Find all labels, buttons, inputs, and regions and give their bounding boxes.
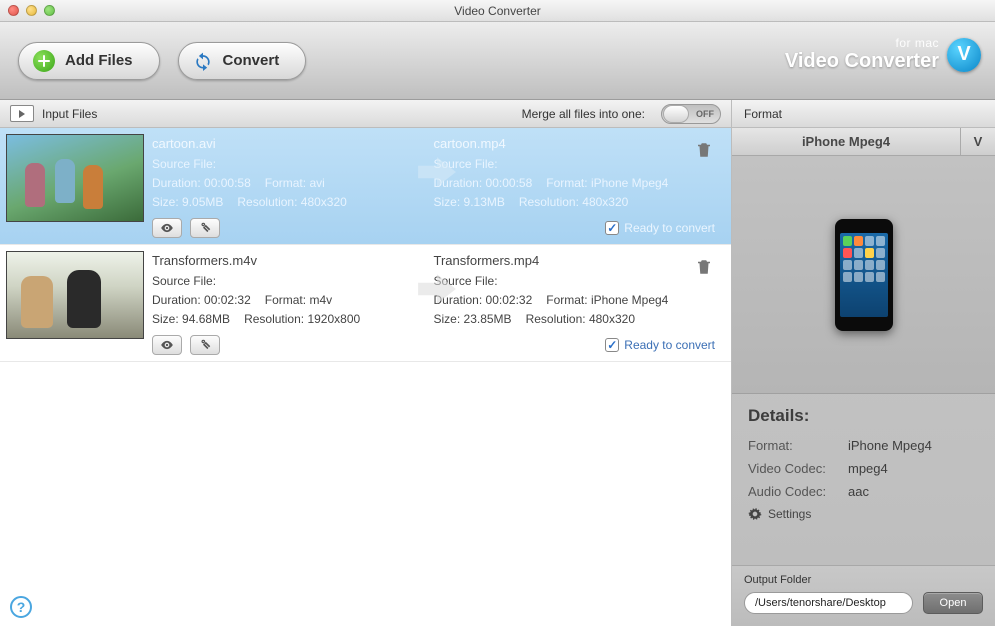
file-list: cartoon.avi Source File: Duration: 00:00…: [0, 128, 731, 626]
detail-format: iPhone Mpeg4: [848, 438, 932, 453]
brand-logo-icon: V: [947, 38, 981, 72]
output-folder-section: Output Folder /Users/tenorshare/Desktop …: [732, 565, 995, 626]
detail-video-codec: mpeg4: [848, 461, 888, 476]
input-files-label: Input Files: [42, 107, 97, 121]
file-thumbnail: [6, 251, 144, 339]
settings-button[interactable]: Settings: [748, 507, 979, 521]
play-file-icon[interactable]: [10, 105, 34, 122]
arrow-right-icon: [416, 150, 458, 194]
source-filename: cartoon.avi: [152, 134, 434, 153]
ready-status: ✓ Ready to convert: [605, 338, 715, 352]
gear-icon: [748, 507, 762, 521]
target-filename: Transformers.mp4: [434, 251, 716, 270]
iphone-icon: [835, 219, 893, 331]
format-selector-bar: iPhone Mpeg4 V: [732, 128, 995, 156]
file-item[interactable]: Transformers.m4v Source File: Duration: …: [0, 245, 731, 362]
brand-title: Video Converter: [785, 50, 939, 73]
add-files-button[interactable]: Add Files: [18, 42, 160, 80]
window-title: Video Converter: [0, 4, 995, 18]
delete-item-button[interactable]: [695, 140, 713, 160]
merge-files-label: Merge all files into one:: [522, 107, 645, 121]
selected-format[interactable]: iPhone Mpeg4: [732, 128, 961, 155]
output-folder-label: Output Folder: [744, 574, 983, 586]
toggle-state-label: OFF: [696, 109, 714, 119]
edit-trim-button[interactable]: [190, 218, 220, 238]
preview-button[interactable]: [152, 218, 182, 238]
details-heading: Details:: [748, 406, 979, 426]
convert-label: Convert: [223, 52, 280, 69]
arrow-right-icon: [416, 267, 458, 311]
format-details: Details: Format:iPhone Mpeg4 Video Codec…: [732, 394, 995, 533]
format-dropdown-button[interactable]: V: [961, 128, 995, 155]
format-panel-header: Format: [732, 100, 995, 128]
target-filename: cartoon.mp4: [434, 134, 716, 153]
ready-checkbox[interactable]: ✓: [605, 338, 619, 352]
app-brand: for mac Video Converter V: [785, 36, 981, 73]
plus-icon: [33, 50, 55, 72]
help-button[interactable]: ?: [10, 596, 32, 618]
target-file-label: Source File:: [434, 272, 716, 291]
input-files-header: Input Files Merge all files into one: OF…: [0, 100, 731, 128]
convert-button[interactable]: Convert: [178, 42, 307, 80]
edit-trim-button[interactable]: [190, 335, 220, 355]
device-preview: [732, 156, 995, 394]
delete-item-button[interactable]: [695, 257, 713, 277]
merge-toggle[interactable]: OFF: [661, 104, 721, 124]
brand-subtitle: for mac: [785, 36, 939, 50]
file-item[interactable]: cartoon.avi Source File: Duration: 00:00…: [0, 128, 731, 245]
open-folder-button[interactable]: Open: [923, 592, 983, 614]
source-filename: Transformers.m4v: [152, 251, 434, 270]
toggle-knob: [663, 105, 689, 123]
window-titlebar: Video Converter: [0, 0, 995, 22]
add-files-label: Add Files: [65, 52, 133, 69]
file-thumbnail: [6, 134, 144, 222]
output-path-field[interactable]: /Users/tenorshare/Desktop: [744, 592, 913, 614]
source-file-label: Source File:: [152, 155, 434, 174]
target-file-label: Source File:: [434, 155, 716, 174]
ready-status: ✓ Ready to convert: [605, 221, 715, 235]
main-toolbar: Add Files Convert for mac Video Converte…: [0, 22, 995, 100]
preview-button[interactable]: [152, 335, 182, 355]
refresh-convert-icon: [193, 51, 213, 71]
detail-audio-codec: aac: [848, 484, 869, 499]
ready-checkbox[interactable]: ✓: [605, 221, 619, 235]
source-file-label: Source File:: [152, 272, 434, 291]
